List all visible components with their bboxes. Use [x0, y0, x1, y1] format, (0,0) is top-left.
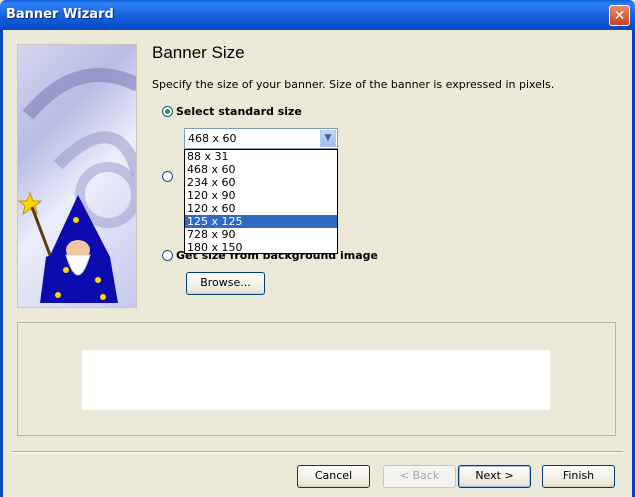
browse-button[interactable]: Browse... [186, 272, 265, 295]
radio-standard-size[interactable]: Select standard size [162, 105, 302, 118]
close-icon: ✕ [613, 8, 626, 24]
list-item[interactable]: 234 x 60 [185, 176, 337, 189]
list-item[interactable]: 728 x 90 [185, 228, 337, 241]
chevron-down-icon[interactable]: ▼ [320, 130, 336, 147]
radio-unselected-icon[interactable] [162, 250, 173, 261]
size-combobox[interactable]: 468 x 60 ▼ [184, 128, 338, 149]
radio-standard-label: Select standard size [176, 105, 302, 118]
banner-preview [82, 350, 550, 410]
list-item[interactable]: 88 x 31 [185, 150, 337, 163]
back-button[interactable]: < Back [383, 465, 456, 488]
size-dropdown-list[interactable]: 88 x 31 468 x 60 234 x 60 120 x 90 120 x… [184, 149, 338, 254]
finish-button[interactable]: Finish [542, 465, 615, 488]
cancel-button[interactable]: Cancel [297, 465, 370, 488]
list-item[interactable]: 120 x 90 [185, 189, 337, 202]
list-item-highlighted[interactable]: 125 x 125 [185, 215, 337, 228]
list-item[interactable]: 180 x 150 [185, 241, 337, 254]
window-border-left [0, 30, 3, 497]
wand-star-icon [18, 191, 43, 216]
combo-value: 468 x 60 [188, 132, 237, 145]
radio-selected-icon[interactable] [162, 106, 173, 117]
list-item[interactable]: 468 x 60 [185, 163, 337, 176]
close-button[interactable]: ✕ [609, 5, 630, 26]
next-button[interactable]: Next > [458, 465, 531, 488]
radio-custom-size[interactable] [162, 171, 173, 182]
wizard-illustration [17, 44, 137, 308]
radio-unselected-icon[interactable] [162, 171, 173, 182]
window-title: Banner Wizard [6, 7, 114, 22]
page-title: Banner Size [152, 43, 245, 62]
page-description: Specify the size of your banner. Size of… [152, 78, 555, 91]
divider [12, 451, 623, 453]
wizard-illustration-svg [18, 68, 136, 303]
title-bar: Banner Wizard ✕ [0, 0, 635, 30]
list-item[interactable]: 120 x 60 [185, 202, 337, 215]
